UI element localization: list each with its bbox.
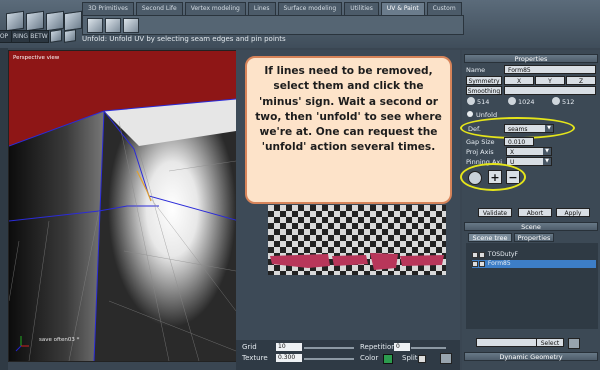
cube-icon[interactable]: [64, 10, 82, 32]
smoothing-button[interactable]: Smoothing: [466, 86, 502, 95]
tab-vertex-modeling[interactable]: Vertex modeling: [184, 2, 246, 15]
split-checkbox[interactable]: [418, 355, 426, 363]
settings-icon[interactable]: [568, 338, 580, 349]
dynamic-geometry-header[interactable]: Dynamic Geometry: [464, 352, 598, 361]
cube-icon[interactable]: [50, 29, 62, 43]
uv-bottom-bar: Grid 10 Texture 0.300 Repetition 0 Color…: [236, 340, 460, 370]
cube-icon[interactable]: [64, 29, 76, 43]
tab-strip: 3D Primitives Second Life Vertex modelin…: [82, 2, 462, 15]
visibility-checkbox[interactable]: [472, 260, 478, 267]
highlight-ellipse: [460, 163, 526, 191]
cube-icon[interactable]: [6, 10, 24, 32]
scene-header: Scene: [464, 222, 598, 231]
tree-item[interactable]: TOSDutyF: [472, 251, 518, 259]
uv-islands: [270, 253, 444, 270]
name-label: Name: [466, 66, 486, 74]
texture-field[interactable]: 0.300: [276, 354, 302, 362]
tab-custom[interactable]: Custom: [426, 2, 462, 15]
lock-checkbox[interactable]: [479, 251, 485, 258]
tab-surface-modeling[interactable]: Surface modeling: [277, 2, 343, 15]
perspective-viewport[interactable]: Perspective view save often03 *: [8, 50, 237, 362]
properties-header: Properties: [464, 54, 598, 63]
tab-lines[interactable]: Lines: [247, 2, 276, 15]
select-button[interactable]: Select: [536, 338, 564, 347]
left-strip: [0, 48, 8, 370]
grid-label: Grid: [242, 343, 257, 351]
tab-uv-paint[interactable]: UV & Paint: [380, 2, 425, 15]
highlight-ellipse: [460, 117, 575, 139]
tab-scene-properties[interactable]: Properties: [514, 233, 554, 242]
tree-item-label: TOSDutyF: [487, 251, 518, 258]
viewport-scene: [9, 51, 236, 361]
split-label: Split: [402, 354, 418, 362]
repetition-label: Repetition: [360, 343, 396, 351]
visibility-checkbox[interactable]: [472, 251, 478, 258]
tree-item-label: Form85: [487, 260, 511, 267]
sphere-icon: [552, 97, 560, 105]
pinning-axis-select[interactable]: U ▼: [506, 157, 552, 166]
cube-icon[interactable]: [26, 10, 44, 32]
texture-slider[interactable]: [304, 358, 354, 360]
tutorial-callout: If lines need to be removed, select them…: [245, 56, 452, 204]
mode-button-ring[interactable]: RING: [11, 30, 30, 43]
axis-z-button[interactable]: Z: [566, 76, 596, 85]
color-label: Color: [360, 354, 379, 362]
texture-label: Texture: [242, 354, 268, 362]
unfold-icon: [467, 111, 473, 117]
tab-3d-primitives[interactable]: 3D Primitives: [82, 2, 134, 15]
tool-palette: [82, 15, 464, 35]
repetition-field[interactable]: 0: [394, 343, 410, 351]
res-value-3: 512: [562, 98, 575, 106]
proj-axis-value: X: [510, 149, 515, 156]
sphere-icon: [508, 97, 516, 105]
res-value-1: 514: [477, 98, 490, 106]
uv-tool-icon[interactable]: [87, 18, 103, 33]
axis-y-button[interactable]: Y: [535, 76, 565, 85]
validate-button[interactable]: Validate: [478, 208, 512, 217]
tab-utilities[interactable]: Utilities: [344, 2, 379, 15]
file-label: save often03 *: [39, 337, 80, 343]
abort-button[interactable]: Abort: [518, 208, 552, 217]
camera-icon[interactable]: [440, 353, 452, 364]
grid-field[interactable]: 10: [276, 343, 302, 351]
name-field[interactable]: Form85: [504, 65, 596, 74]
color-swatch[interactable]: [383, 354, 393, 364]
res-value-2: 1024: [518, 98, 535, 106]
tab-second-life[interactable]: Second Life: [135, 2, 183, 15]
mode-button-betw[interactable]: BETW: [29, 30, 49, 43]
paint-tool-icon[interactable]: [123, 18, 139, 33]
repetition-slider[interactable]: [411, 347, 446, 349]
top-toolbar: OP RING BETW 3D Primitives Second Life V…: [0, 0, 600, 48]
symmetry-button[interactable]: Symmetry: [466, 76, 502, 85]
axis-x-button[interactable]: X: [504, 76, 534, 85]
tab-scene-tree[interactable]: Scene tree: [468, 233, 512, 242]
grid-slider[interactable]: [304, 347, 354, 349]
gap-size-label: Gap Size: [466, 138, 495, 146]
lock-checkbox[interactable]: [479, 260, 485, 267]
chevron-down-icon: ▼: [543, 148, 551, 155]
smoothing-slider[interactable]: [504, 86, 596, 95]
proj-axis-label: Proj Axis: [466, 148, 494, 156]
gap-size-field[interactable]: 0.010: [504, 137, 534, 146]
viewport-label: Perspective view: [13, 55, 60, 61]
tree-item-selected[interactable]: Form85: [472, 260, 596, 268]
status-text: Unfold: Unfold UV by selecting seam edge…: [82, 35, 286, 43]
unfold-tool-icon[interactable]: [105, 18, 121, 33]
proj-axis-select[interactable]: X ▼: [506, 147, 552, 156]
chevron-down-icon: ▼: [543, 158, 551, 165]
apply-button[interactable]: Apply: [556, 208, 590, 217]
sphere-icon: [467, 97, 475, 105]
